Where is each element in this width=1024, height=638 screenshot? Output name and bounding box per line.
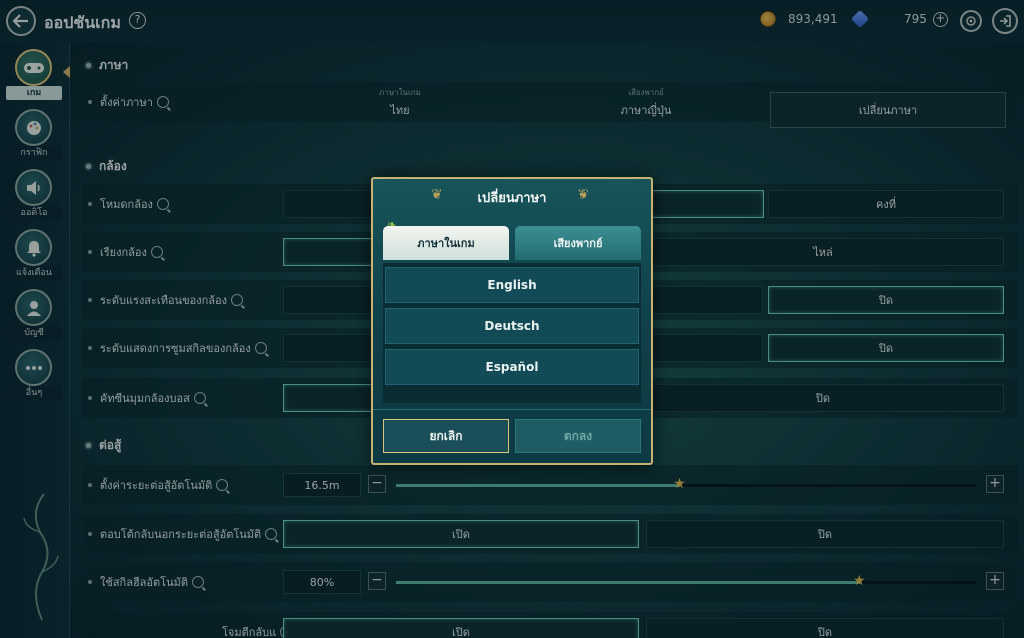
- dialog-title: เปลี่ยนภาษา: [477, 190, 547, 206]
- leaf-ornament-icon: ❦: [577, 187, 589, 203]
- confirm-button[interactable]: ตกลง: [515, 419, 641, 453]
- language-option-espanol[interactable]: Español: [385, 349, 639, 385]
- leaf-ornament-icon: ❦: [431, 187, 443, 203]
- language-option-deutsch[interactable]: Deutsch: [385, 308, 639, 344]
- language-option-english[interactable]: English: [385, 267, 639, 303]
- tab-voice-language[interactable]: เสียงพากย์: [515, 226, 641, 260]
- tab-game-language[interactable]: ❧ ภาษาในเกม: [383, 218, 509, 260]
- dialog-divider: [373, 409, 651, 410]
- dialog-header: ❦ เปลี่ยนภาษา ❦: [373, 179, 651, 215]
- language-list: English Deutsch Español: [383, 263, 641, 403]
- cancel-button[interactable]: ยกเลิก: [383, 419, 509, 453]
- dialog-tabs: ❧ ภาษาในเกม เสียงพากย์: [383, 218, 641, 260]
- leaf-icon: ❧: [387, 218, 397, 231]
- change-language-dialog: ❦ เปลี่ยนภาษา ❦ ❧ ภาษาในเกม เสียงพากย์ E…: [371, 177, 653, 465]
